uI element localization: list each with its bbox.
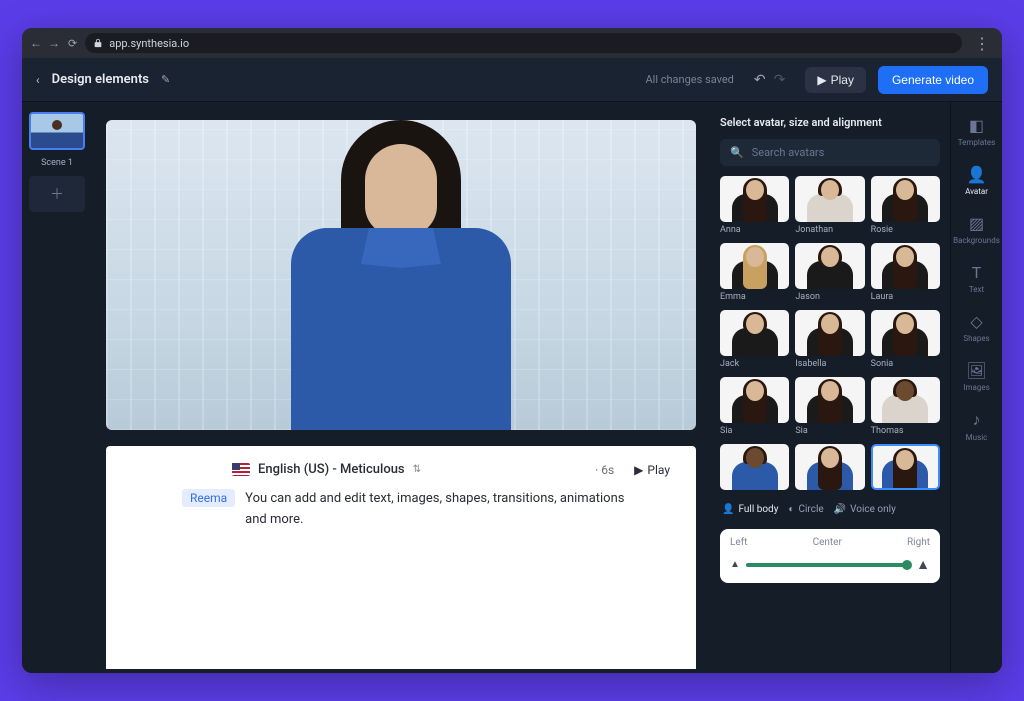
browser-chrome-bar: ← → ⟳ app.synthesia.io ⋮ [22, 28, 1002, 58]
music-icon: ♪ [973, 410, 981, 430]
tool-backgrounds[interactable]: ▨ Backgrounds [953, 214, 1000, 245]
video-preview[interactable] [106, 120, 696, 430]
large-person-icon: ▲ [916, 556, 930, 573]
script-panel: English (US) - Meticulous ⇅ · 6s ▶ Play … [106, 446, 696, 669]
avatar-card-jonathan[interactable]: Jonathan [795, 176, 864, 235]
avatar-card-isabella[interactable]: Isabella [795, 310, 864, 369]
align-center-label[interactable]: Center [813, 537, 842, 548]
tool-music[interactable]: ♪ Music [966, 410, 988, 442]
edit-title-icon[interactable]: ✎ [161, 73, 170, 86]
script-text-input[interactable]: You can add and edit text, images, shape… [245, 489, 625, 531]
avatar-card-thomas[interactable]: Thomas [871, 377, 940, 436]
script-duration: · 6s [595, 463, 614, 477]
app-header: ‹ Design elements ✎ All changes saved ↶ … [22, 58, 1002, 102]
avatar-card-variant-1[interactable] [720, 444, 789, 490]
save-status: All changes saved [645, 73, 733, 86]
avatar-collar [361, 228, 441, 268]
avatar-card-variant-3[interactable] [871, 444, 940, 490]
language-label: English (US) - Meticulous [258, 462, 405, 477]
language-selector-icon[interactable]: ⇅ [413, 464, 421, 475]
avatar-card-jack[interactable]: Jack [720, 310, 789, 369]
play-button[interactable]: ▶ Play [805, 67, 866, 93]
browser-menu-icon[interactable]: ⋮ [970, 34, 994, 53]
alignment-panel: Left Center Right ▲ ▲ [720, 529, 940, 583]
search-icon: 🔍 [730, 146, 744, 159]
browser-reload-icon[interactable]: ⟳ [68, 37, 77, 50]
size-slider[interactable]: ▲ ▲ [730, 556, 930, 573]
backgrounds-icon: ▨ [969, 214, 984, 233]
back-button[interactable]: ‹ [36, 73, 40, 87]
voice-icon: 🔊 [834, 504, 846, 515]
avatar-card-sia2[interactable]: Sia [795, 377, 864, 436]
redo-icon[interactable]: ↷ [774, 72, 786, 88]
browser-window: ← → ⟳ app.synthesia.io ⋮ ‹ Design elemen… [22, 28, 1002, 673]
avatar-face [365, 144, 437, 236]
play-script-button[interactable]: ▶ Play [634, 463, 670, 477]
avatar-card-variant-2[interactable] [795, 444, 864, 490]
avatar-icon: 👤 [967, 165, 987, 184]
editor-center: English (US) - Meticulous ⇅ · 6s ▶ Play … [92, 102, 710, 673]
avatar-view-modes: 👤 Full body ◐ Circle 🔊 Voice only [720, 500, 940, 519]
undo-icon[interactable]: ↶ [754, 72, 766, 88]
avatar-card-emma[interactable]: Emma [720, 243, 789, 302]
avatar-card-sia[interactable]: Sia [720, 377, 789, 436]
lock-icon [93, 38, 103, 48]
play-icon: ▶ [634, 463, 643, 477]
tool-images[interactable]: 🖼 Images [963, 361, 989, 392]
align-left-label[interactable]: Left [730, 537, 747, 548]
text-icon: T [972, 263, 982, 282]
avatar-card-anna[interactable]: Anna [720, 176, 789, 235]
align-right-label[interactable]: Right [907, 537, 930, 548]
panel-title: Select avatar, size and alignment [720, 116, 940, 129]
url-text: app.synthesia.io [109, 37, 189, 50]
avatar-search-input[interactable]: 🔍 Search avatars [720, 139, 940, 166]
play-icon: ▶ [817, 73, 826, 87]
person-icon: 👤 [722, 504, 734, 515]
scene-thumbnail-1[interactable] [29, 112, 85, 150]
tool-text[interactable]: T Text [969, 263, 984, 294]
view-mode-circle[interactable]: ◐ Circle [788, 504, 823, 515]
avatar-grid: Anna Jonathan Rosie Emma Jason [720, 176, 940, 490]
browser-forward-icon[interactable]: → [48, 36, 60, 50]
scene-label: Scene 1 [41, 158, 73, 168]
slider-thumb[interactable] [902, 560, 912, 570]
circle-icon: ◐ [788, 504, 794, 515]
tool-rail: ◧ Templates 👤 Avatar ▨ Backgrounds T Tex… [950, 102, 1002, 673]
app-body: Scene 1 ＋ English (US) - Meticulous [22, 102, 1002, 673]
avatar-card-sonia[interactable]: Sonia [871, 310, 940, 369]
generate-video-button[interactable]: Generate video [878, 66, 988, 94]
browser-url-bar[interactable]: app.synthesia.io [85, 33, 962, 53]
avatar-card-rosie[interactable]: Rosie [871, 176, 940, 235]
add-scene-button[interactable]: ＋ [29, 176, 85, 212]
avatar-card-laura[interactable]: Laura [871, 243, 940, 302]
plus-icon: ＋ [50, 184, 64, 204]
tool-shapes[interactable]: ◇ Shapes [963, 312, 989, 343]
speaker-tag[interactable]: Reema [182, 489, 235, 507]
flag-us-icon [232, 463, 250, 476]
view-mode-voice-only[interactable]: 🔊 Voice only [834, 504, 896, 515]
shapes-icon: ◇ [970, 312, 982, 331]
templates-icon: ◧ [969, 116, 984, 135]
view-mode-full-body[interactable]: 👤 Full body [722, 504, 778, 515]
small-person-icon: ▲ [730, 559, 740, 570]
avatar-panel: Select avatar, size and alignment 🔍 Sear… [710, 102, 950, 673]
page-title: Design elements [52, 72, 149, 87]
scene-list: Scene 1 ＋ [22, 102, 92, 673]
tool-templates[interactable]: ◧ Templates [958, 116, 995, 147]
tool-avatar[interactable]: 👤 Avatar [965, 165, 988, 196]
browser-back-icon[interactable]: ← [30, 36, 42, 50]
images-icon: 🖼 [966, 361, 986, 380]
avatar-card-jason[interactable]: Jason [795, 243, 864, 302]
